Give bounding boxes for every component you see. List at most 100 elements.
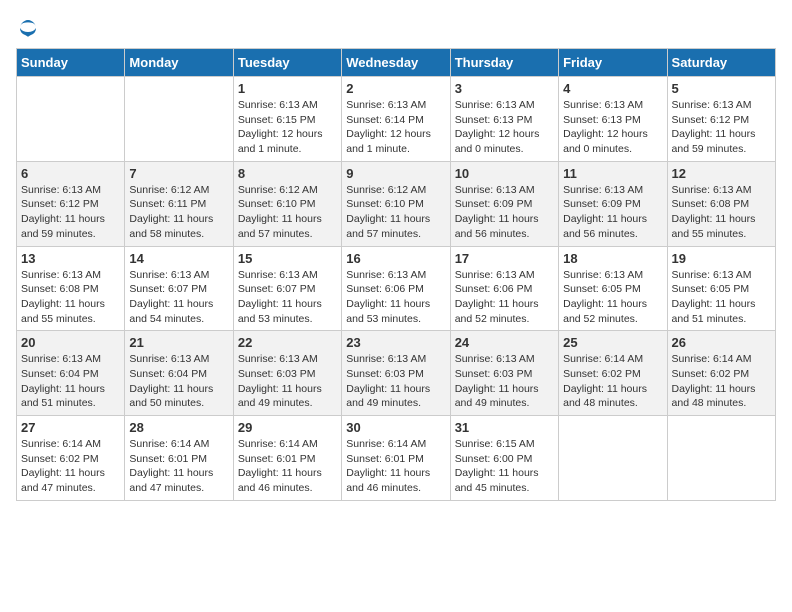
day-info: Sunrise: 6:12 AMSunset: 6:11 PMDaylight:… xyxy=(129,183,228,242)
calendar-cell: 12 Sunrise: 6:13 AMSunset: 6:08 PMDayligh… xyxy=(667,161,775,246)
day-number: 18 xyxy=(563,251,662,266)
day-number: 31 xyxy=(455,420,554,435)
day-number: 6 xyxy=(21,166,120,181)
day-info: Sunrise: 6:13 AMSunset: 6:13 PMDaylight:… xyxy=(563,98,662,157)
calendar-cell: 15 Sunrise: 6:13 AMSunset: 6:07 PMDayligh… xyxy=(233,246,341,331)
day-number: 24 xyxy=(455,335,554,350)
day-number: 25 xyxy=(563,335,662,350)
day-number: 19 xyxy=(672,251,771,266)
day-number: 11 xyxy=(563,166,662,181)
calendar-cell xyxy=(125,77,233,162)
calendar-cell: 14 Sunrise: 6:13 AMSunset: 6:07 PMDayligh… xyxy=(125,246,233,331)
day-number: 15 xyxy=(238,251,337,266)
day-number: 22 xyxy=(238,335,337,350)
day-info: Sunrise: 6:13 AMSunset: 6:04 PMDaylight:… xyxy=(21,352,120,411)
day-number: 17 xyxy=(455,251,554,266)
day-info: Sunrise: 6:14 AMSunset: 6:01 PMDaylight:… xyxy=(129,437,228,496)
day-number: 2 xyxy=(346,81,445,96)
day-number: 20 xyxy=(21,335,120,350)
day-info: Sunrise: 6:14 AMSunset: 6:02 PMDaylight:… xyxy=(563,352,662,411)
calendar-cell: 7 Sunrise: 6:12 AMSunset: 6:11 PMDaylight… xyxy=(125,161,233,246)
calendar-cell xyxy=(17,77,125,162)
calendar-week-2: 6 Sunrise: 6:13 AMSunset: 6:12 PMDaylight… xyxy=(17,161,776,246)
calendar-cell xyxy=(559,416,667,501)
day-info: Sunrise: 6:13 AMSunset: 6:03 PMDaylight:… xyxy=(238,352,337,411)
calendar-week-4: 20 Sunrise: 6:13 AMSunset: 6:04 PMDayligh… xyxy=(17,331,776,416)
calendar-cell: 5 Sunrise: 6:13 AMSunset: 6:12 PMDaylight… xyxy=(667,77,775,162)
day-info: Sunrise: 6:13 AMSunset: 6:06 PMDaylight:… xyxy=(346,268,445,327)
day-info: Sunrise: 6:13 AMSunset: 6:03 PMDaylight:… xyxy=(455,352,554,411)
calendar-week-1: 1Sunrise: 6:13 AMSunset: 6:15 PMDaylight… xyxy=(17,77,776,162)
day-number: 28 xyxy=(129,420,228,435)
day-number: 9 xyxy=(346,166,445,181)
day-info: Sunrise: 6:13 AMSunset: 6:12 PMDaylight:… xyxy=(672,98,771,157)
day-info: Sunrise: 6:14 AMSunset: 6:01 PMDaylight:… xyxy=(346,437,445,496)
day-info: Sunrise: 6:13 AMSunset: 6:07 PMDaylight:… xyxy=(129,268,228,327)
day-number: 8 xyxy=(238,166,337,181)
day-number: 12 xyxy=(672,166,771,181)
day-info: Sunrise: 6:13 AMSunset: 6:14 PMDaylight:… xyxy=(346,98,445,157)
day-number: 13 xyxy=(21,251,120,266)
day-info: Sunrise: 6:13 AMSunset: 6:09 PMDaylight:… xyxy=(455,183,554,242)
day-number: 16 xyxy=(346,251,445,266)
day-number: 10 xyxy=(455,166,554,181)
day-info: Sunrise: 6:12 AMSunset: 6:10 PMDaylight:… xyxy=(346,183,445,242)
calendar-cell: 13 Sunrise: 6:13 AMSunset: 6:08 PMDayligh… xyxy=(17,246,125,331)
weekday-header-sunday: Sunday xyxy=(17,49,125,77)
day-number: 23 xyxy=(346,335,445,350)
weekday-header-monday: Monday xyxy=(125,49,233,77)
weekday-header-saturday: Saturday xyxy=(667,49,775,77)
calendar-cell: 19 Sunrise: 6:13 AMSunset: 6:05 PMDayligh… xyxy=(667,246,775,331)
calendar-cell: 8Sunrise: 6:12 AMSunset: 6:10 PMDaylight… xyxy=(233,161,341,246)
day-number: 1 xyxy=(238,81,337,96)
calendar-cell: 3 Sunrise: 6:13 AMSunset: 6:13 PMDaylight… xyxy=(450,77,558,162)
day-info: Sunrise: 6:13 AMSunset: 6:12 PMDaylight:… xyxy=(21,183,120,242)
day-info: Sunrise: 6:14 AMSunset: 6:02 PMDaylight:… xyxy=(21,437,120,496)
calendar-cell: 27 Sunrise: 6:14 AMSunset: 6:02 PMDayligh… xyxy=(17,416,125,501)
calendar-cell: 9 Sunrise: 6:12 AMSunset: 6:10 PMDaylight… xyxy=(342,161,450,246)
calendar-cell xyxy=(667,416,775,501)
day-info: Sunrise: 6:13 AMSunset: 6:09 PMDaylight:… xyxy=(563,183,662,242)
calendar-cell: 29Sunrise: 6:14 AMSunset: 6:01 PMDayligh… xyxy=(233,416,341,501)
day-info: Sunrise: 6:13 AMSunset: 6:05 PMDaylight:… xyxy=(563,268,662,327)
day-info: Sunrise: 6:14 AMSunset: 6:01 PMDaylight:… xyxy=(238,437,337,496)
calendar-table: SundayMondayTuesdayWednesdayThursdayFrid… xyxy=(16,48,776,501)
day-info: Sunrise: 6:13 AMSunset: 6:07 PMDaylight:… xyxy=(238,268,337,327)
calendar-cell: 20 Sunrise: 6:13 AMSunset: 6:04 PMDayligh… xyxy=(17,331,125,416)
day-info: Sunrise: 6:13 AMSunset: 6:13 PMDaylight:… xyxy=(455,98,554,157)
day-info: Sunrise: 6:13 AMSunset: 6:06 PMDaylight:… xyxy=(455,268,554,327)
day-info: Sunrise: 6:13 AMSunset: 6:05 PMDaylight:… xyxy=(672,268,771,327)
day-number: 5 xyxy=(672,81,771,96)
calendar-cell: 17 Sunrise: 6:13 AMSunset: 6:06 PMDayligh… xyxy=(450,246,558,331)
page-header xyxy=(16,16,776,40)
calendar-cell: 28 Sunrise: 6:14 AMSunset: 6:01 PMDayligh… xyxy=(125,416,233,501)
calendar-cell: 24 Sunrise: 6:13 AMSunset: 6:03 PMDayligh… xyxy=(450,331,558,416)
weekday-header-tuesday: Tuesday xyxy=(233,49,341,77)
day-info: Sunrise: 6:14 AMSunset: 6:02 PMDaylight:… xyxy=(672,352,771,411)
calendar-cell: 31 Sunrise: 6:15 AMSunset: 6:00 PMDayligh… xyxy=(450,416,558,501)
calendar-cell: 4 Sunrise: 6:13 AMSunset: 6:13 PMDaylight… xyxy=(559,77,667,162)
day-number: 21 xyxy=(129,335,228,350)
day-number: 4 xyxy=(563,81,662,96)
calendar-header-row: SundayMondayTuesdayWednesdayThursdayFrid… xyxy=(17,49,776,77)
logo xyxy=(16,16,44,40)
day-info: Sunrise: 6:13 AMSunset: 6:03 PMDaylight:… xyxy=(346,352,445,411)
day-number: 27 xyxy=(21,420,120,435)
day-info: Sunrise: 6:13 AMSunset: 6:04 PMDaylight:… xyxy=(129,352,228,411)
calendar-cell: 18 Sunrise: 6:13 AMSunset: 6:05 PMDayligh… xyxy=(559,246,667,331)
day-info: Sunrise: 6:13 AMSunset: 6:08 PMDaylight:… xyxy=(672,183,771,242)
day-number: 3 xyxy=(455,81,554,96)
day-number: 30 xyxy=(346,420,445,435)
calendar-week-5: 27 Sunrise: 6:14 AMSunset: 6:02 PMDayligh… xyxy=(17,416,776,501)
calendar-cell: 16 Sunrise: 6:13 AMSunset: 6:06 PMDayligh… xyxy=(342,246,450,331)
day-info: Sunrise: 6:15 AMSunset: 6:00 PMDaylight:… xyxy=(455,437,554,496)
logo-icon xyxy=(16,16,40,40)
calendar-cell: 1Sunrise: 6:13 AMSunset: 6:15 PMDaylight… xyxy=(233,77,341,162)
calendar-week-3: 13 Sunrise: 6:13 AMSunset: 6:08 PMDayligh… xyxy=(17,246,776,331)
calendar-cell: 21 Sunrise: 6:13 AMSunset: 6:04 PMDayligh… xyxy=(125,331,233,416)
calendar-cell: 26Sunrise: 6:14 AMSunset: 6:02 PMDayligh… xyxy=(667,331,775,416)
day-info: Sunrise: 6:13 AMSunset: 6:08 PMDaylight:… xyxy=(21,268,120,327)
day-number: 7 xyxy=(129,166,228,181)
day-number: 14 xyxy=(129,251,228,266)
calendar-cell: 30 Sunrise: 6:14 AMSunset: 6:01 PMDayligh… xyxy=(342,416,450,501)
